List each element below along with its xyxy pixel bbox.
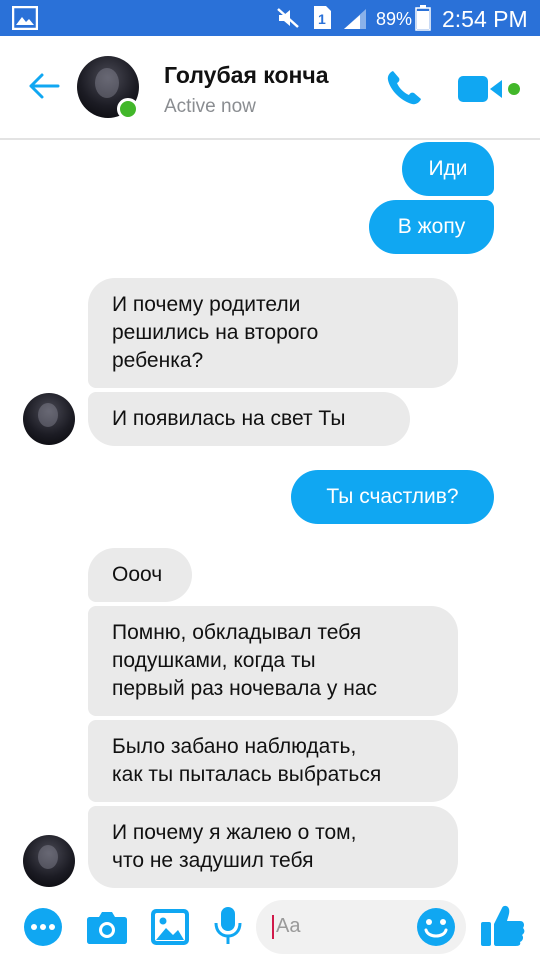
message-bubble-incoming[interactable]: Было забано наблюдать, как ты пыталась в… bbox=[88, 720, 458, 802]
like-icon[interactable] bbox=[480, 902, 526, 948]
message-bubble-incoming[interactable]: Оооч bbox=[88, 548, 192, 602]
camera-icon[interactable] bbox=[86, 909, 128, 945]
message-bubble-outgoing[interactable]: Ты счастлив? bbox=[291, 470, 494, 524]
emoji-icon[interactable] bbox=[416, 907, 456, 947]
online-indicator bbox=[117, 98, 139, 120]
message-bubble-incoming[interactable]: Помню, обкладывал тебя подушками, когда … bbox=[88, 606, 458, 716]
image-icon[interactable] bbox=[150, 908, 190, 946]
message-bubble-outgoing[interactable]: В жопу bbox=[369, 200, 494, 254]
mute-icon bbox=[277, 8, 299, 28]
gallery-icon bbox=[12, 6, 38, 30]
sim-icon: 1 bbox=[314, 6, 331, 29]
active-status: Active now bbox=[164, 96, 256, 117]
clock: 2:54 PM bbox=[442, 6, 528, 32]
phone-icon[interactable] bbox=[384, 68, 424, 108]
video-call-icon[interactable] bbox=[458, 76, 522, 102]
microphone-icon[interactable] bbox=[213, 906, 243, 946]
message-bubble-incoming[interactable]: И появилась на свет Ты bbox=[88, 392, 410, 446]
battery-percentage: 89% bbox=[376, 9, 413, 29]
text-cursor bbox=[272, 915, 274, 939]
message-list[interactable]: Иди В жопу И почему родители решились на… bbox=[0, 140, 540, 890]
message-input-placeholder: Aa bbox=[276, 915, 301, 937]
composer-bar: Aa bbox=[0, 890, 540, 960]
conversation-header: Голубая конча Active now bbox=[0, 36, 540, 140]
contact-name[interactable]: Голубая конча bbox=[164, 62, 329, 89]
battery-icon bbox=[415, 5, 431, 31]
svg-text:1: 1 bbox=[318, 11, 326, 27]
message-input[interactable]: Aa bbox=[256, 900, 466, 954]
message-bubble-outgoing[interactable]: Иди bbox=[402, 142, 494, 196]
message-bubble-incoming[interactable]: И почему родители решились на второго ре… bbox=[88, 278, 458, 388]
more-icon[interactable] bbox=[23, 907, 63, 947]
status-bar: 1 89% 2:54 PM bbox=[0, 0, 540, 36]
back-arrow-icon[interactable] bbox=[28, 72, 60, 100]
sender-avatar[interactable] bbox=[23, 393, 75, 445]
sender-avatar[interactable] bbox=[23, 835, 75, 887]
message-bubble-incoming[interactable]: И почему я жалею о том, что не задушил т… bbox=[88, 806, 458, 888]
contact-avatar[interactable] bbox=[77, 56, 139, 120]
signal-icon bbox=[344, 9, 366, 29]
